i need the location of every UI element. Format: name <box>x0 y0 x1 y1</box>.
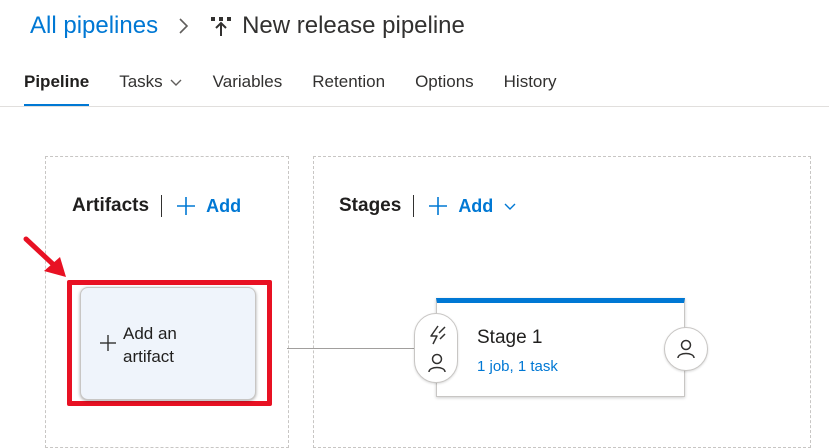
stage-summary-link[interactable]: 1 job, 1 task <box>477 358 558 375</box>
tab-label: Options <box>415 72 474 91</box>
page-title: New release pipeline <box>242 12 465 39</box>
stages-title: Stages <box>339 195 402 216</box>
tab-options[interactable]: Options <box>415 62 474 102</box>
header-divider <box>161 195 163 217</box>
add-artifact-card-label: Add an artifact <box>123 322 233 368</box>
add-artifact-card-line2: artifact <box>123 347 175 366</box>
post-deployment-approver-button[interactable] <box>664 327 708 371</box>
chevron-down-icon <box>504 203 516 210</box>
chevron-down-icon <box>170 79 182 86</box>
artifacts-title: Artifacts <box>72 195 150 216</box>
stages-header: Stages Add <box>339 195 527 217</box>
tabs-divider <box>0 106 829 107</box>
person-icon <box>677 339 695 359</box>
tab-history[interactable]: History <box>504 62 557 102</box>
tab-label: Retention <box>312 72 386 91</box>
add-artifact-card-line1: Add an <box>123 324 177 343</box>
add-stage-label: Add <box>458 195 494 216</box>
add-stage-button[interactable]: Add <box>428 196 527 217</box>
tab-label: History <box>503 72 557 91</box>
pipeline-tabs: Pipeline Tasks Variables Retention Optio… <box>24 62 587 106</box>
tab-label: Variables <box>212 72 283 91</box>
lightning-icon[interactable] <box>426 324 448 346</box>
plus-icon <box>429 197 448 215</box>
add-artifact-card[interactable]: Add an artifact <box>80 287 256 400</box>
tab-label: Pipeline <box>24 72 90 91</box>
stage-card[interactable]: Stage 1 1 job, 1 task <box>436 298 685 397</box>
plus-icon <box>100 335 116 351</box>
tab-label: Tasks <box>119 72 163 91</box>
pre-deployment-conditions <box>414 313 458 383</box>
tab-retention[interactable]: Retention <box>312 62 385 102</box>
tab-variables[interactable]: Variables <box>213 62 283 102</box>
artifacts-header: Artifacts Add <box>72 195 241 217</box>
all-pipelines-link[interactable]: All pipelines <box>30 12 158 40</box>
tab-tasks[interactable]: Tasks <box>119 62 182 102</box>
artifact-stage-connector <box>287 348 417 349</box>
stage-name: Stage 1 <box>477 327 543 348</box>
header-divider <box>413 195 415 217</box>
add-artifact-label: Add <box>206 195 242 216</box>
chevron-right-icon <box>179 18 189 34</box>
breadcrumb: All pipelines New release pipeline <box>30 10 465 42</box>
tab-pipeline[interactable]: Pipeline <box>24 62 90 106</box>
release-pipeline-icon <box>211 17 232 36</box>
person-icon[interactable] <box>426 352 448 374</box>
plus-icon <box>177 197 196 215</box>
red-arrow-icon <box>23 236 66 277</box>
add-artifact-button[interactable]: Add <box>176 196 241 217</box>
